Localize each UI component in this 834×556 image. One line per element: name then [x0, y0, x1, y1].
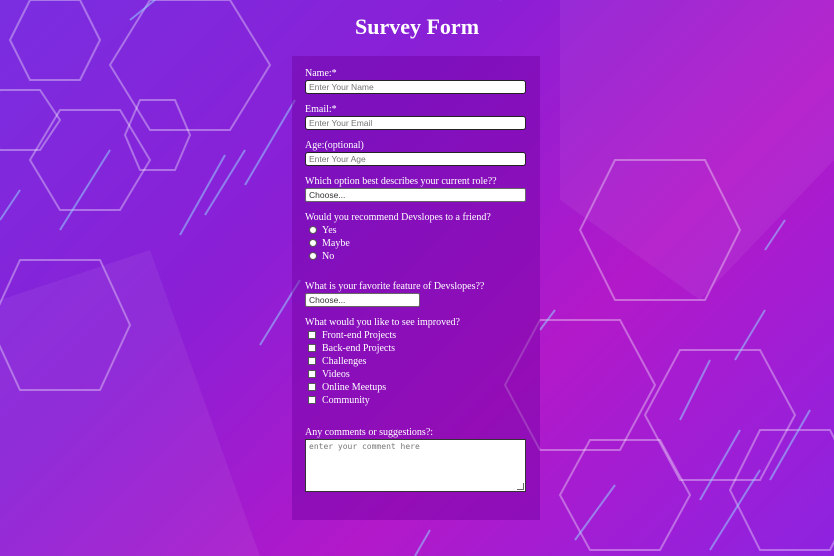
- radio-button[interactable]: [309, 252, 317, 260]
- radio-button[interactable]: [309, 239, 317, 247]
- name-input[interactable]: [305, 80, 526, 94]
- age-input[interactable]: [305, 152, 526, 166]
- role-select[interactable]: Choose...: [305, 188, 526, 202]
- email-label: Email:*: [305, 104, 337, 115]
- comments-textarea[interactable]: enter your comment here: [305, 439, 526, 492]
- radio-yes[interactable]: Yes: [305, 224, 527, 237]
- checkbox-label: Videos: [322, 369, 350, 380]
- checkbox-community[interactable]: Community: [305, 394, 527, 407]
- favorite-select[interactable]: Choose...: [305, 293, 420, 307]
- favorite-label: What is your favorite feature of Devslop…: [305, 281, 485, 292]
- checkbox[interactable]: [308, 383, 316, 391]
- checkbox-label: Front-end Projects: [322, 330, 397, 341]
- comments-label: Any comments or suggestions?:: [305, 427, 434, 438]
- checkbox[interactable]: [308, 331, 316, 339]
- checkbox[interactable]: [308, 357, 316, 365]
- checkbox-challenges[interactable]: Challenges: [305, 355, 527, 368]
- comments-placeholder: enter your comment here: [309, 442, 420, 451]
- checkbox[interactable]: [308, 396, 316, 404]
- checkbox-label: Challenges: [322, 356, 367, 367]
- checkbox[interactable]: [308, 370, 316, 378]
- role-label: Which option best describes your current…: [305, 176, 497, 187]
- radio-label: Yes: [322, 225, 337, 236]
- radio-no[interactable]: No: [305, 250, 527, 263]
- checkbox-videos[interactable]: Videos: [305, 368, 527, 381]
- resize-handle-icon[interactable]: [517, 483, 524, 490]
- radio-maybe[interactable]: Maybe: [305, 237, 527, 250]
- radio-button[interactable]: [309, 226, 317, 234]
- survey-form: Name:* Email:* Age:(optional) Which opti…: [292, 56, 540, 520]
- checkbox-label: Community: [322, 395, 370, 406]
- radio-label: No: [322, 251, 335, 262]
- checkbox-front-end[interactable]: Front-end Projects: [305, 329, 527, 342]
- name-label: Name:*: [305, 68, 337, 79]
- checkbox[interactable]: [308, 344, 316, 352]
- checkbox-label: Online Meetups: [322, 382, 387, 393]
- improve-label: What would you like to see improved?: [305, 317, 460, 328]
- email-input[interactable]: [305, 116, 526, 130]
- page-title: Survey Form: [354, 14, 480, 39]
- radio-label: Maybe: [322, 238, 350, 249]
- checkbox-back-end[interactable]: Back-end Projects: [305, 342, 527, 355]
- age-label: Age:(optional): [305, 140, 364, 151]
- checkbox-online-meetups[interactable]: Online Meetups: [305, 381, 527, 394]
- checkbox-label: Back-end Projects: [322, 343, 396, 354]
- recommend-label: Would you recommend Devslopes to a frien…: [305, 212, 491, 223]
